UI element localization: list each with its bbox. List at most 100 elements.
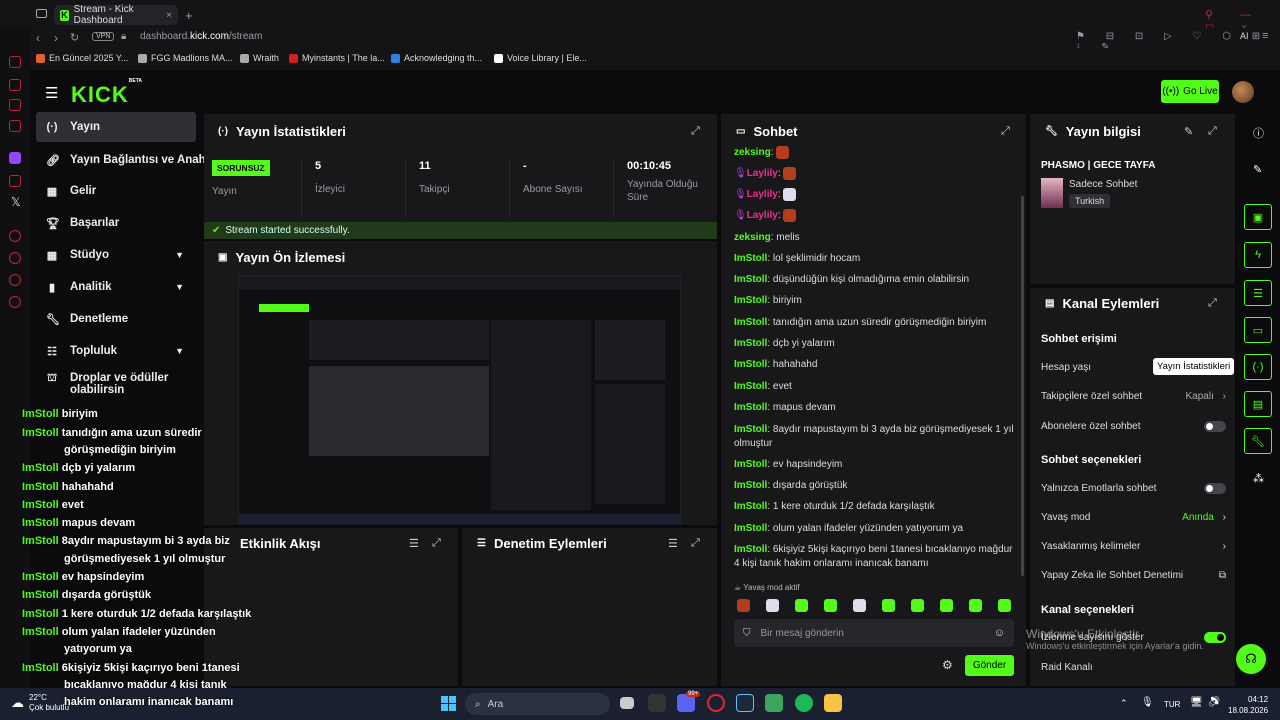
clock[interactable]: 04:12 18.08.2026 (1228, 694, 1268, 716)
opera-sidebar-icon[interactable] (9, 175, 21, 187)
expand-icon[interactable]: ⤢ (1001, 125, 1010, 138)
chat-username[interactable]: ImStoll (734, 501, 767, 512)
chat-username[interactable]: ImStoll (734, 338, 767, 349)
taskbar-search[interactable]: ⌕ Ara (465, 693, 610, 715)
emote-icon[interactable] (766, 599, 779, 612)
tab-close-icon[interactable]: × (166, 10, 172, 21)
emote-icon[interactable] (853, 599, 866, 612)
task-view-icon[interactable] (620, 697, 634, 709)
bookmark[interactable]: Acknowledging th... (391, 53, 482, 63)
ai-moderation-option[interactable]: Yapay Zeka ile Sohbet Denetimi ⧉ (1041, 570, 1226, 581)
emote-icon[interactable] (824, 599, 837, 612)
file-explorer-icon[interactable] (824, 694, 842, 712)
weather-widget[interactable]: ☁ 22°C Çok bulutlu (11, 693, 69, 713)
filter-icon[interactable]: ☰ (668, 537, 678, 550)
chat-username[interactable]: ImStoll (734, 317, 767, 328)
edit-icon[interactable]: ✎ (1184, 125, 1193, 138)
emote-icon[interactable] (998, 599, 1011, 612)
opera-sidebar-icon[interactable] (9, 120, 21, 132)
show-viewers-toggle[interactable] (1204, 632, 1226, 643)
rail-button-channel[interactable]: ▤ (1244, 391, 1272, 417)
x-icon[interactable]: 𝕏 (11, 195, 21, 209)
hamburger-menu-icon[interactable]: ☰ (45, 84, 58, 102)
microphone-icon[interactable]: 🎙︎ (1141, 697, 1154, 708)
rail-button-info[interactable]: 🔧︎ (1244, 428, 1272, 454)
chat-username[interactable]: ImStoll (734, 253, 767, 264)
start-button[interactable] (441, 696, 456, 711)
raid-option[interactable]: Raid Kanalı (1041, 662, 1226, 673)
sidebar-item-denetleme[interactable]: 🔧︎ Denetleme (36, 304, 196, 334)
chat-username[interactable]: ImStoll (734, 274, 767, 285)
rail-button-moderation[interactable]: ☰ (1244, 280, 1272, 306)
chat-settings-icon[interactable]: ⚙ (942, 658, 953, 672)
category-name[interactable]: Sadece Sohbet (1069, 179, 1137, 190)
sidebar-item-studyo[interactable]: ▦ Stüdyo ▼ (36, 240, 196, 270)
opera-sidebar-icon[interactable] (9, 79, 21, 91)
steam-icon[interactable] (736, 694, 754, 712)
send-button[interactable]: Gönder (965, 655, 1014, 676)
sidebar-item-analitik[interactable]: ▮ Analitik ▼ (36, 272, 196, 302)
expand-icon[interactable]: ⤢ (1208, 125, 1217, 138)
chat-username[interactable]: ImStoll (734, 402, 767, 413)
emote-icon[interactable] (969, 599, 982, 612)
chat-username[interactable]: Laylily (747, 210, 778, 221)
chat-username[interactable]: ImStoll (734, 523, 767, 534)
sidebar-item-basarilar[interactable]: 🏆︎ Başarılar (36, 208, 196, 238)
chat-username[interactable]: ImStoll (734, 359, 767, 370)
chat-username[interactable]: ImStoll (734, 459, 767, 470)
sidebar-item-topluluk[interactable]: ☷ Topluluk ▼ (36, 336, 196, 366)
chat-username[interactable]: zeksing (734, 232, 771, 243)
chat-username[interactable]: ImStoll (734, 381, 767, 392)
bookmark[interactable]: Wraith (240, 53, 279, 63)
system-tray-icons[interactable]: 🖥︎🔊︎ (1190, 697, 1225, 708)
rail-button-preview[interactable]: ▣ (1244, 204, 1272, 230)
settings-icon[interactable] (9, 296, 21, 308)
chat-username[interactable]: zeksing (734, 147, 771, 158)
support-button[interactable]: ☊ (1236, 644, 1266, 674)
spotify-icon[interactable] (795, 694, 813, 712)
sidebar-item-gelir[interactable]: ▦ Gelir (36, 176, 196, 206)
followers-only-option[interactable]: Takipçilere özel sohbet Kapalı › (1041, 391, 1226, 402)
opera-sidebar-icon[interactable] (9, 252, 21, 264)
forward-icon[interactable]: › (54, 31, 58, 45)
subs-only-toggle[interactable] (1204, 421, 1226, 432)
expand-icon[interactable]: ⤢ (1208, 297, 1217, 310)
expand-icon[interactable]: ⤢ (691, 537, 700, 550)
language-indicator[interactable]: TUR (1164, 700, 1180, 709)
bookmark[interactable]: FGG Madlions MA... (138, 53, 233, 63)
edit-icon[interactable]: ✎ (1253, 163, 1262, 176)
emoji-icon[interactable]: ☺ (994, 627, 1005, 639)
opera-gx-icon[interactable] (707, 694, 725, 712)
opera-sidebar-icon[interactable] (9, 99, 21, 111)
rail-button-stats[interactable]: (·) (1244, 354, 1272, 380)
rail-button-chat[interactable]: ▭ (1244, 317, 1272, 343)
new-tab-button[interactable]: + (185, 8, 193, 23)
chat-username[interactable]: Laylily (747, 168, 778, 179)
browser-tab[interactable]: K Stream - Kick Dashboard × (54, 4, 178, 26)
app-icon[interactable] (765, 694, 783, 712)
emote-icon[interactable] (737, 599, 750, 612)
tray-expand-icon[interactable]: ⌃ (1120, 698, 1128, 709)
bookmark[interactable]: Myinstants | The la... (289, 53, 385, 63)
chat-username[interactable]: ImStoll (734, 480, 767, 491)
opera-sidebar-icon[interactable] (9, 230, 21, 242)
kick-logo[interactable]: KICKBETA (71, 78, 142, 108)
vpn-badge[interactable]: VPN (92, 32, 115, 41)
twitch-icon[interactable] (9, 152, 21, 164)
go-live-button[interactable]: ((•)) Go Live (1161, 80, 1219, 103)
emotes-only-option[interactable]: Yalnızca Emotlarla sohbet (1041, 483, 1226, 494)
banned-words-option[interactable]: Yasaklanmış kelimeler › (1041, 541, 1226, 552)
expand-icon[interactable]: ⤢ (432, 537, 441, 550)
slow-mode-option[interactable]: Yavaş mod Anında › (1041, 512, 1226, 523)
rail-button-activity[interactable]: ϟ (1244, 242, 1272, 268)
subs-only-option[interactable]: Abonelere özel sohbet (1041, 421, 1226, 432)
chat-input[interactable]: ⛉ Bir mesaj gönderin ☺ (734, 619, 1014, 647)
app-icon[interactable] (648, 694, 666, 712)
emote-icon[interactable] (911, 599, 924, 612)
chat-username[interactable]: ImStoll (734, 424, 767, 435)
ai-button[interactable]: AI (1240, 31, 1249, 41)
filter-icon[interactable]: ☰ (409, 537, 419, 550)
bookmark[interactable]: Voice Library | Ele... (494, 53, 587, 63)
back-icon[interactable]: ‹ (36, 31, 40, 45)
bookmark[interactable]: En Güncel 2025 Y... (36, 53, 128, 63)
